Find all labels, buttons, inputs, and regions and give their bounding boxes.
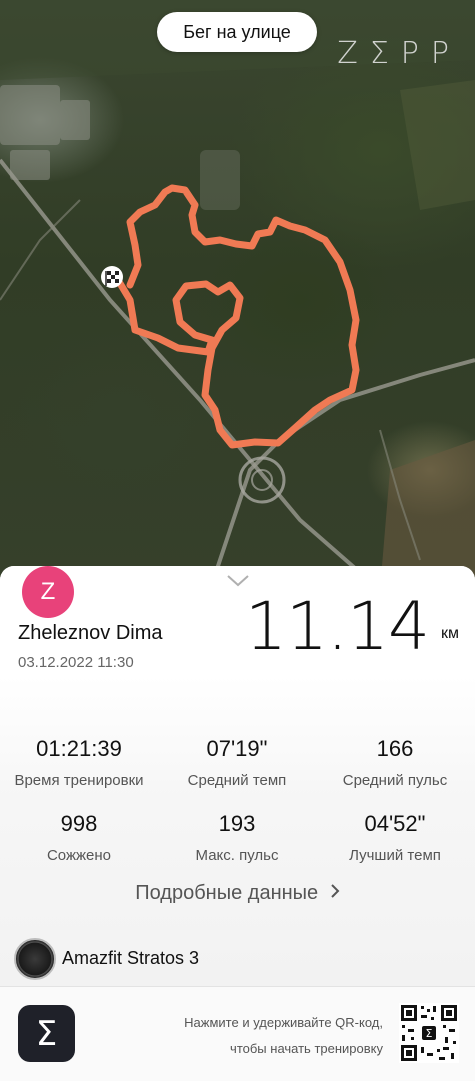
stat-value: 01:21:39 <box>36 736 122 761</box>
stat-label: Сожжено <box>46 847 112 864</box>
chevron-down-icon[interactable] <box>226 574 250 588</box>
stat-calories: 998 Сожжено <box>0 811 158 864</box>
details-link-label: Подробные данные <box>135 882 319 904</box>
workout-summary-card: Z Zheleznov Dima 03.12.2022 11:30 11.14 … <box>0 566 475 986</box>
chevron-right-icon <box>331 884 340 898</box>
stat-value: 07'19" <box>206 736 268 761</box>
zepp-app-icon[interactable]: Σ <box>18 1005 75 1062</box>
satellite-map <box>0 0 475 590</box>
stat-best-pace: 04'52" Лучший темп <box>316 811 474 864</box>
stat-duration: 01:21:39 Время тренировки <box>0 736 158 789</box>
avatar[interactable]: Z <box>22 566 74 618</box>
qr-hint-line2: чтобы начать тренировку <box>230 1041 383 1056</box>
checkered-flag-icon <box>101 266 123 288</box>
distance-value: 11.14 <box>245 588 430 665</box>
stat-value: 166 <box>376 736 414 761</box>
route-map[interactable]: Бег на улице ZΣPP <box>0 0 475 590</box>
stat-max-heart-rate: 193 Макс. пульс <box>158 811 316 864</box>
stat-label: Средний темп <box>187 772 287 789</box>
stat-avg-heart-rate: 166 Средний пульс <box>316 736 474 789</box>
qr-hint-line1: Нажмите и удерживайте QR-код, <box>184 1015 383 1030</box>
route-path <box>111 184 360 449</box>
device-name: Amazfit Stratos 3 <box>62 948 200 968</box>
stat-label: Макс. пульс <box>195 847 279 864</box>
footer-banner: Σ Нажмите и удерживайте QR-код, чтобы на… <box>0 986 475 1081</box>
workout-datetime: 03.12.2022 11:30 <box>18 654 134 671</box>
stat-value: 193 <box>218 811 256 836</box>
stat-avg-pace: 07'19" Средний темп <box>158 736 316 789</box>
app-icon-glyph: Σ <box>35 1013 58 1054</box>
avatar-letter: Z <box>40 578 56 605</box>
distance-unit: км <box>441 625 459 642</box>
stat-value: 998 <box>60 811 98 836</box>
activity-type-pill[interactable]: Бег на улице <box>157 12 317 52</box>
user-name: Zheleznov Dima <box>18 622 163 644</box>
qr-code-icon[interactable]: Σ <box>399 1003 459 1063</box>
zepp-logo: ZΣPP <box>337 36 461 71</box>
stat-value: 04'52" <box>364 811 426 836</box>
watch-icon <box>14 938 56 980</box>
stat-label: Время тренировки <box>14 772 144 789</box>
details-link[interactable]: Подробные данные <box>0 882 475 905</box>
activity-type-label: Бег на улице <box>183 21 291 42</box>
stat-label: Лучший темп <box>349 847 441 864</box>
device-row[interactable]: Amazfit Stratos 3 <box>0 938 475 984</box>
stat-label: Средний пульс <box>342 772 448 789</box>
svg-text:Σ: Σ <box>426 1027 433 1040</box>
